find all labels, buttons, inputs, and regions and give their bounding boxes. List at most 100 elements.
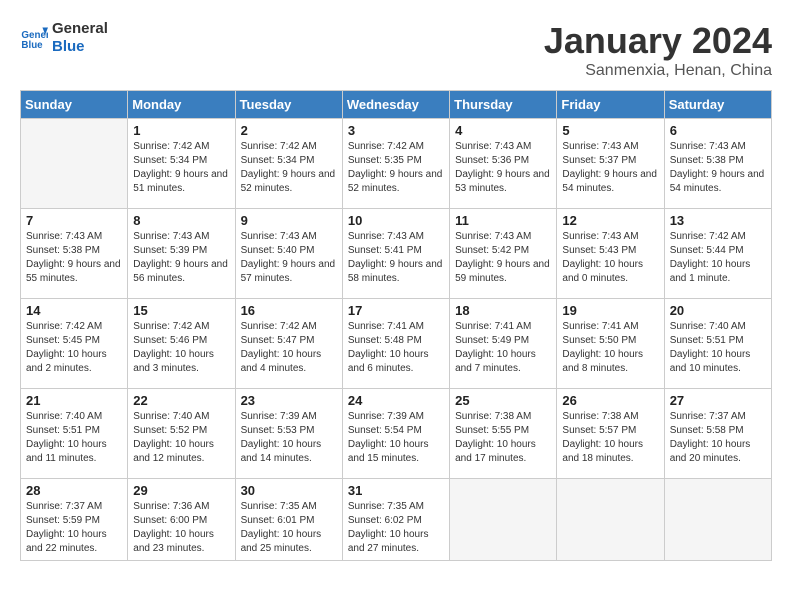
calendar-week-4: 21 Sunrise: 7:40 AMSunset: 5:51 PMDayligh… <box>21 389 772 479</box>
calendar-cell: 24 Sunrise: 7:39 AMSunset: 5:54 PMDayligh… <box>342 389 449 479</box>
day-info: Sunrise: 7:37 AMSunset: 5:58 PMDaylight:… <box>670 410 766 466</box>
day-info: Sunrise: 7:42 AMSunset: 5:34 PMDaylight:… <box>241 140 337 196</box>
day-info: Sunrise: 7:36 AMSunset: 6:00 PMDaylight:… <box>133 500 229 556</box>
calendar-cell: 28Sunrise: 7:37 AMSunset: 5:59 PMDayligh… <box>21 479 128 561</box>
day-info: Sunrise: 7:42 AMSunset: 5:46 PMDaylight:… <box>133 320 229 376</box>
calendar-cell: 4Sunrise: 7:43 AMSunset: 5:36 PMDaylight… <box>450 119 557 209</box>
calendar-cell: 18 Sunrise: 7:41 AMSunset: 5:49 PMDayligh… <box>450 299 557 389</box>
day-info: Sunrise: 7:38 AMSunset: 5:57 PMDaylight:… <box>562 410 658 466</box>
calendar-week-5: 28Sunrise: 7:37 AMSunset: 5:59 PMDayligh… <box>21 479 772 561</box>
day-number: 29 <box>133 483 229 498</box>
day-info: Sunrise: 7:42 AMSunset: 5:45 PMDaylight:… <box>26 320 122 376</box>
logo-icon: General Blue <box>20 24 48 52</box>
day-info: Sunrise: 7:42 AMSunset: 5:35 PMDaylight:… <box>348 140 444 196</box>
day-info: Sunrise: 7:43 AMSunset: 5:37 PMDaylight:… <box>562 140 658 196</box>
day-info: Sunrise: 7:39 AMSunset: 5:53 PMDaylight:… <box>241 410 337 466</box>
column-header-sunday: Sunday <box>21 91 128 119</box>
day-info: Sunrise: 7:43 AMSunset: 5:38 PMDaylight:… <box>26 230 122 286</box>
day-info: Sunrise: 7:43 AMSunset: 5:39 PMDaylight:… <box>133 230 229 286</box>
day-info: Sunrise: 7:40 AMSunset: 5:52 PMDaylight:… <box>133 410 229 466</box>
day-info: Sunrise: 7:43 AMSunset: 5:38 PMDaylight:… <box>670 140 766 196</box>
day-number: 22 <box>133 393 229 408</box>
day-number: 13 <box>670 213 766 228</box>
calendar-cell: 27 Sunrise: 7:37 AMSunset: 5:58 PMDayligh… <box>664 389 771 479</box>
column-header-monday: Monday <box>128 91 235 119</box>
day-number: 20 <box>670 303 766 318</box>
day-number: 5 <box>562 123 658 138</box>
day-info: Sunrise: 7:40 AMSunset: 5:51 PMDaylight:… <box>670 320 766 376</box>
calendar-cell: 14 Sunrise: 7:42 AMSunset: 5:45 PMDayligh… <box>21 299 128 389</box>
day-number: 4 <box>455 123 551 138</box>
column-header-saturday: Saturday <box>664 91 771 119</box>
day-info: Sunrise: 7:42 AMSunset: 5:47 PMDaylight:… <box>241 320 337 376</box>
day-number: 3 <box>348 123 444 138</box>
day-info: Sunrise: 7:43 AMSunset: 5:43 PMDaylight:… <box>562 230 658 286</box>
calendar-cell: 26Sunrise: 7:38 AMSunset: 5:57 PMDayligh… <box>557 389 664 479</box>
calendar-week-3: 14 Sunrise: 7:42 AMSunset: 5:45 PMDayligh… <box>21 299 772 389</box>
day-info: Sunrise: 7:43 AMSunset: 5:40 PMDaylight:… <box>241 230 337 286</box>
day-number: 27 <box>670 393 766 408</box>
calendar-cell: 23 Sunrise: 7:39 AMSunset: 5:53 PMDayligh… <box>235 389 342 479</box>
day-number: 11 <box>455 213 551 228</box>
location-title: Sanmenxia, Henan, China <box>544 62 772 80</box>
day-number: 8 <box>133 213 229 228</box>
calendar-cell: 25 Sunrise: 7:38 AMSunset: 5:55 PMDayligh… <box>450 389 557 479</box>
calendar-cell: 16 Sunrise: 7:42 AMSunset: 5:47 PMDayligh… <box>235 299 342 389</box>
day-number: 1 <box>133 123 229 138</box>
day-info: Sunrise: 7:38 AMSunset: 5:55 PMDaylight:… <box>455 410 551 466</box>
calendar-cell: 8 Sunrise: 7:43 AMSunset: 5:39 PMDaylight… <box>128 209 235 299</box>
day-number: 18 <box>455 303 551 318</box>
day-info: Sunrise: 7:41 AMSunset: 5:48 PMDaylight:… <box>348 320 444 376</box>
calendar-cell: 2 Sunrise: 7:42 AMSunset: 5:34 PMDaylight… <box>235 119 342 209</box>
calendar-cell: 17 Sunrise: 7:41 AMSunset: 5:48 PMDayligh… <box>342 299 449 389</box>
logo: General Blue General Blue <box>20 20 108 56</box>
day-number: 14 <box>26 303 122 318</box>
day-number: 21 <box>26 393 122 408</box>
day-number: 30 <box>241 483 337 498</box>
calendar-cell <box>557 479 664 561</box>
day-number: 28 <box>26 483 122 498</box>
calendar-cell: 20 Sunrise: 7:40 AMSunset: 5:51 PMDayligh… <box>664 299 771 389</box>
day-number: 31 <box>348 483 444 498</box>
day-info: Sunrise: 7:42 AMSunset: 5:44 PMDaylight:… <box>670 230 766 286</box>
calendar-cell: 5 Sunrise: 7:43 AMSunset: 5:37 PMDaylight… <box>557 119 664 209</box>
day-number: 25 <box>455 393 551 408</box>
calendar-cell <box>450 479 557 561</box>
column-header-friday: Friday <box>557 91 664 119</box>
calendar-cell: 7 Sunrise: 7:43 AMSunset: 5:38 PMDaylight… <box>21 209 128 299</box>
day-info: Sunrise: 7:42 AMSunset: 5:34 PMDaylight:… <box>133 140 229 196</box>
day-number: 12 <box>562 213 658 228</box>
calendar-cell <box>21 119 128 209</box>
day-number: 23 <box>241 393 337 408</box>
day-number: 24 <box>348 393 444 408</box>
day-info: Sunrise: 7:40 AMSunset: 5:51 PMDaylight:… <box>26 410 122 466</box>
calendar-cell: 10Sunrise: 7:43 AMSunset: 5:41 PMDayligh… <box>342 209 449 299</box>
calendar-cell: 15Sunrise: 7:42 AMSunset: 5:46 PMDayligh… <box>128 299 235 389</box>
day-number: 7 <box>26 213 122 228</box>
logo-text-general: General <box>52 20 108 38</box>
calendar-cell: 13 Sunrise: 7:42 AMSunset: 5:44 PMDayligh… <box>664 209 771 299</box>
page-header: General Blue General Blue January 2024 S… <box>20 20 772 80</box>
calendar-cell: 3 Sunrise: 7:42 AMSunset: 5:35 PMDaylight… <box>342 119 449 209</box>
logo-text-blue: Blue <box>52 38 108 56</box>
calendar-week-2: 7 Sunrise: 7:43 AMSunset: 5:38 PMDaylight… <box>21 209 772 299</box>
day-info: Sunrise: 7:41 AMSunset: 5:50 PMDaylight:… <box>562 320 658 376</box>
column-header-tuesday: Tuesday <box>235 91 342 119</box>
day-info: Sunrise: 7:39 AMSunset: 5:54 PMDaylight:… <box>348 410 444 466</box>
days-header-row: SundayMondayTuesdayWednesdayThursdayFrid… <box>21 91 772 119</box>
day-number: 16 <box>241 303 337 318</box>
calendar-cell: 12 Sunrise: 7:43 AMSunset: 5:43 PMDayligh… <box>557 209 664 299</box>
day-number: 9 <box>241 213 337 228</box>
calendar-cell: 31 Sunrise: 7:35 AMSunset: 6:02 PMDayligh… <box>342 479 449 561</box>
day-info: Sunrise: 7:41 AMSunset: 5:49 PMDaylight:… <box>455 320 551 376</box>
day-number: 17 <box>348 303 444 318</box>
day-number: 6 <box>670 123 766 138</box>
day-number: 2 <box>241 123 337 138</box>
day-info: Sunrise: 7:43 AMSunset: 5:41 PMDaylight:… <box>348 230 444 286</box>
day-info: Sunrise: 7:35 AMSunset: 6:02 PMDaylight:… <box>348 500 444 556</box>
calendar-cell: 9 Sunrise: 7:43 AMSunset: 5:40 PMDaylight… <box>235 209 342 299</box>
day-info: Sunrise: 7:43 AMSunset: 5:42 PMDaylight:… <box>455 230 551 286</box>
day-info: Sunrise: 7:35 AMSunset: 6:01 PMDaylight:… <box>241 500 337 556</box>
calendar-cell: 29 Sunrise: 7:36 AMSunset: 6:00 PMDayligh… <box>128 479 235 561</box>
calendar-table: SundayMondayTuesdayWednesdayThursdayFrid… <box>20 90 772 561</box>
